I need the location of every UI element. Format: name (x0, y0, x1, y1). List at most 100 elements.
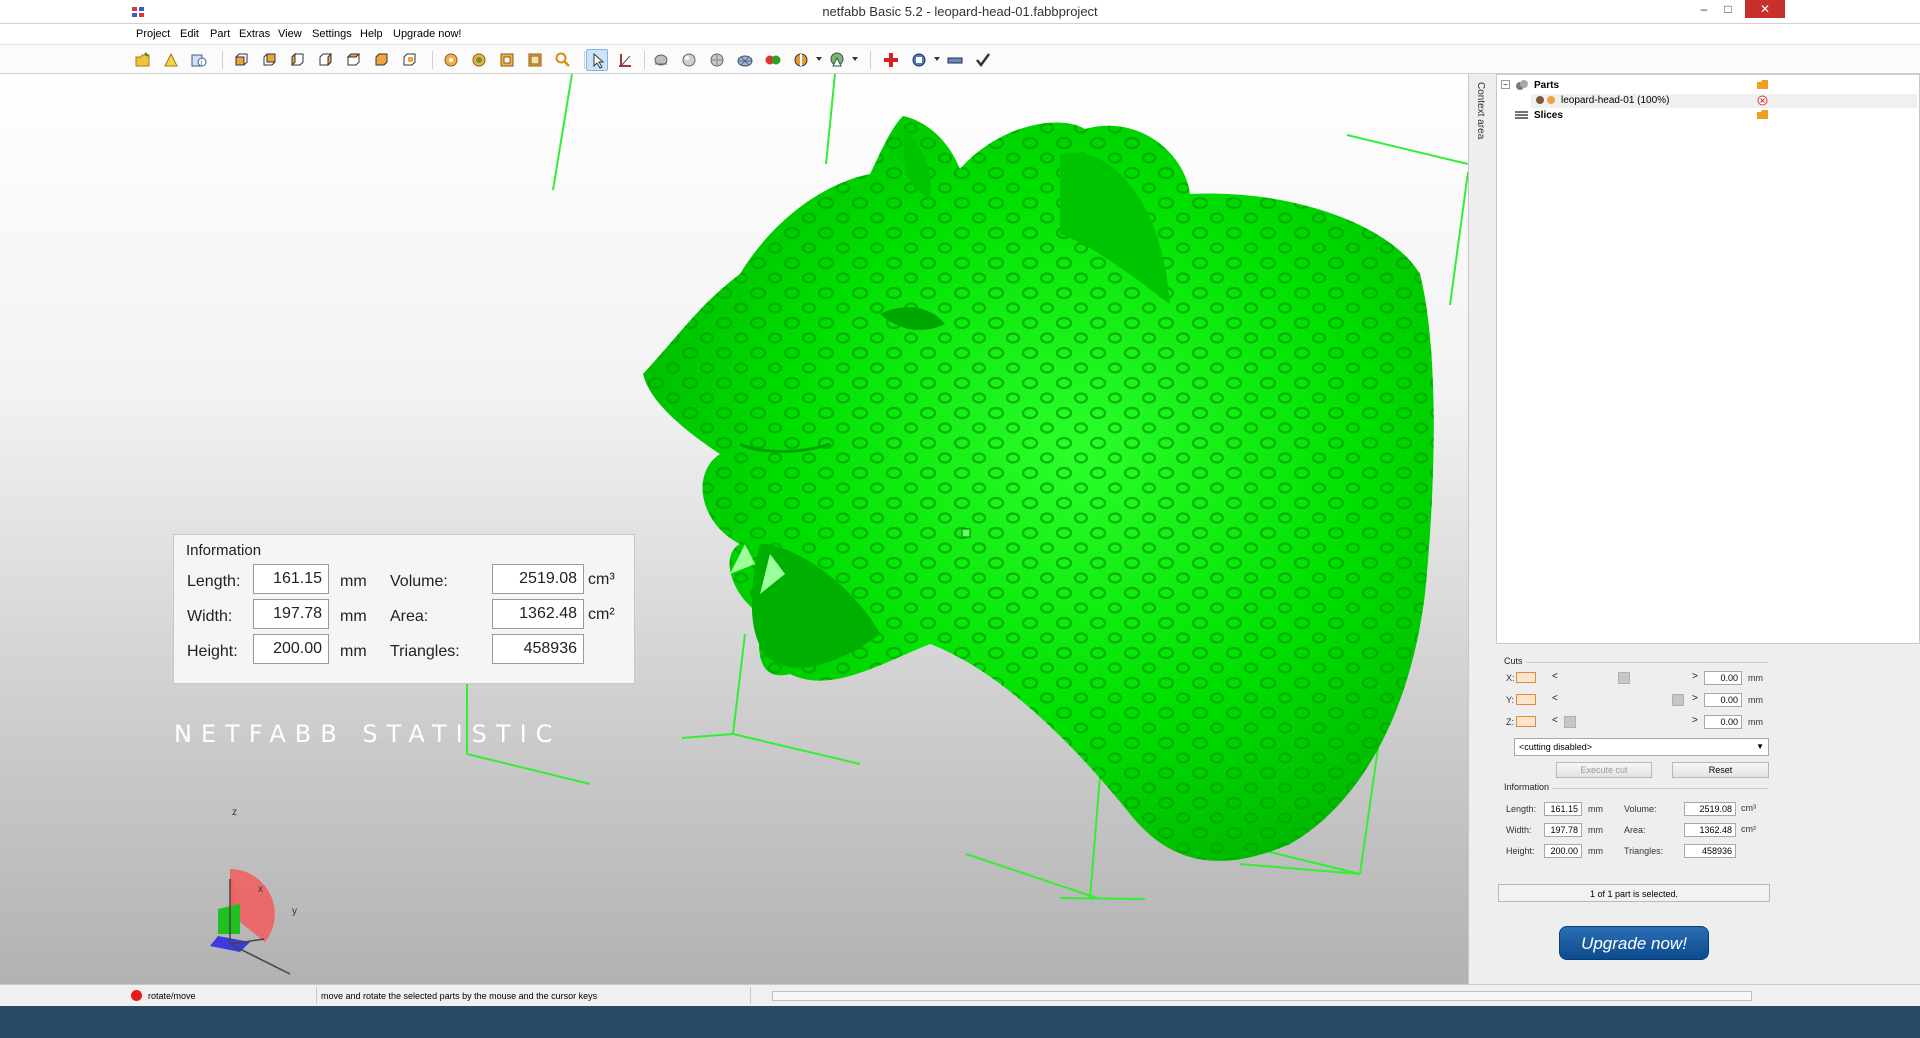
window-title: netfabb Basic 5.2 - leopard-head-01.fabb… (822, 4, 1098, 19)
zoom-button[interactable] (552, 49, 574, 71)
view-left-icon (291, 52, 304, 67)
toolbar: i (0, 44, 1920, 74)
pointer-button[interactable] (826, 49, 848, 71)
zoom-selection-button[interactable] (496, 49, 518, 71)
panel-height-label: Height: (1506, 846, 1535, 856)
cut-x-unit: mm (1748, 673, 1763, 683)
panel-length-label: Length: (1506, 804, 1537, 814)
3d-viewport[interactable]: z x y Information Length: 161.15 mm Volu… (0, 74, 1468, 984)
section-button[interactable] (790, 49, 812, 71)
panel-volume-label: Volume: (1624, 804, 1657, 814)
shading-button[interactable] (650, 49, 672, 71)
menu-settings[interactable]: Settings (312, 28, 352, 40)
width-label: Width: (187, 608, 233, 625)
view-perspective-button[interactable] (398, 49, 420, 71)
cut-z-input[interactable]: 0.00 (1704, 715, 1742, 729)
cut-y-right-arrow[interactable]: > (1692, 693, 1698, 704)
minimize-button[interactable]: – (1692, 0, 1716, 18)
mesh-button[interactable] (734, 49, 756, 71)
cut-x-left-arrow[interactable]: < (1552, 671, 1558, 682)
view-perspective-icon (403, 53, 416, 66)
checkmark-button[interactable] (972, 49, 994, 71)
menu-project[interactable]: Project (136, 28, 170, 40)
taskbar (0, 1006, 1920, 1038)
status-mode: rotate/move (148, 991, 196, 1001)
ruler-button[interactable] (944, 49, 966, 71)
reset-button[interactable]: Reset (1672, 762, 1769, 778)
leopard-head-model[interactable] (643, 116, 1434, 861)
view-front-button[interactable] (230, 49, 252, 71)
view-left-button[interactable] (286, 49, 308, 71)
remove-part-icon[interactable] (1757, 95, 1768, 106)
menu-help[interactable]: Help (360, 28, 383, 40)
cut-y-input[interactable]: 0.00 (1704, 693, 1742, 707)
view-bottom-button[interactable] (370, 49, 392, 71)
menu-edit[interactable]: Edit (180, 28, 199, 40)
menu-extras[interactable]: Extras (239, 28, 270, 40)
texture-button[interactable] (706, 49, 728, 71)
zoom-all-button[interactable] (468, 49, 490, 71)
parts-label: Parts (1534, 80, 1560, 91)
panel-triangles-label: Triangles: (1624, 846, 1664, 856)
cut-x-right-arrow[interactable]: > (1692, 671, 1698, 682)
folder-icon[interactable] (1757, 80, 1769, 90)
status-hint: move and rotate the selected parts by th… (321, 991, 598, 1001)
slices-label: Slices (1534, 110, 1563, 121)
view-right-button[interactable] (314, 49, 336, 71)
zoom-box-button[interactable] (524, 49, 546, 71)
upgrade-now-button[interactable]: Upgrade now! (1559, 926, 1709, 960)
cut-x-input[interactable]: 0.00 (1704, 671, 1742, 685)
close-button[interactable]: ✕ (1745, 0, 1920, 18)
cut-tool-button[interactable] (908, 49, 930, 71)
status-bar: rotate/move move and rotate the selected… (0, 984, 1920, 1006)
cut-y-toggle[interactable] (1516, 694, 1536, 705)
cut-y-slider[interactable] (1562, 693, 1688, 707)
cut-z-slider-thumb[interactable] (1564, 716, 1576, 728)
netfabb-statistic-label: NETFABB STATISTIC (174, 720, 562, 748)
cut-x-slider-thumb[interactable] (1618, 672, 1630, 684)
panel-area-unit: cm² (1741, 824, 1756, 834)
zoom-icon (555, 52, 570, 67)
cutting-mode-select[interactable]: <cutting disabled> ▼ (1514, 738, 1769, 756)
cut-x-slider[interactable] (1562, 671, 1688, 685)
open-button[interactable] (132, 49, 154, 71)
cut-x-toggle[interactable] (1516, 672, 1536, 683)
cut-z-right-arrow[interactable]: > (1692, 715, 1698, 726)
height-value: 200.00 (253, 634, 329, 664)
color-button[interactable] (762, 49, 784, 71)
view-right-icon (319, 52, 332, 67)
menu-part[interactable]: Part (210, 28, 230, 40)
view-back-button[interactable] (258, 49, 280, 71)
panel-triangles-value: 458936 (1684, 844, 1736, 858)
tree-row-slices[interactable]: Slices (1515, 109, 1920, 123)
execute-cut-button[interactable]: Execute cut (1556, 762, 1652, 778)
open-icon (135, 52, 150, 67)
measure-button[interactable] (614, 49, 636, 71)
zoom-all-icon (472, 53, 486, 67)
rotate-view-button[interactable] (440, 49, 462, 71)
lighting-button[interactable] (678, 49, 700, 71)
cut-y-left-arrow[interactable]: < (1552, 693, 1558, 704)
context-area-splitter[interactable]: Context area (1468, 74, 1496, 984)
folder-icon[interactable] (1757, 110, 1769, 120)
menu-view[interactable]: View (278, 28, 302, 40)
panel-height-value: 200.00 (1544, 844, 1582, 858)
select-button[interactable] (586, 49, 608, 71)
maximize-button[interactable]: □ (1716, 0, 1740, 18)
cut-z-toggle[interactable] (1516, 716, 1536, 727)
view-top-button[interactable] (342, 49, 364, 71)
cut-z-slider[interactable] (1562, 715, 1688, 729)
cut-y-slider-thumb[interactable] (1672, 694, 1684, 706)
tree-row-parts[interactable]: − Parts (1501, 79, 1911, 93)
collapse-icon[interactable]: − (1501, 80, 1510, 89)
menu-upgrade[interactable]: Upgrade now! (393, 28, 462, 40)
repair-button[interactable] (880, 49, 902, 71)
checkmark-icon (976, 53, 991, 68)
import-button[interactable] (160, 49, 182, 71)
scene-canvas[interactable] (0, 74, 1468, 984)
info-button[interactable]: i (188, 49, 210, 71)
information-overlay: Information Length: 161.15 mm Volume: 25… (173, 534, 635, 684)
cut-z-left-arrow[interactable]: < (1552, 715, 1558, 726)
tree-row-part-item[interactable]: leopard-head-01 (100%) (1531, 94, 1917, 108)
height-unit: mm (340, 643, 367, 660)
